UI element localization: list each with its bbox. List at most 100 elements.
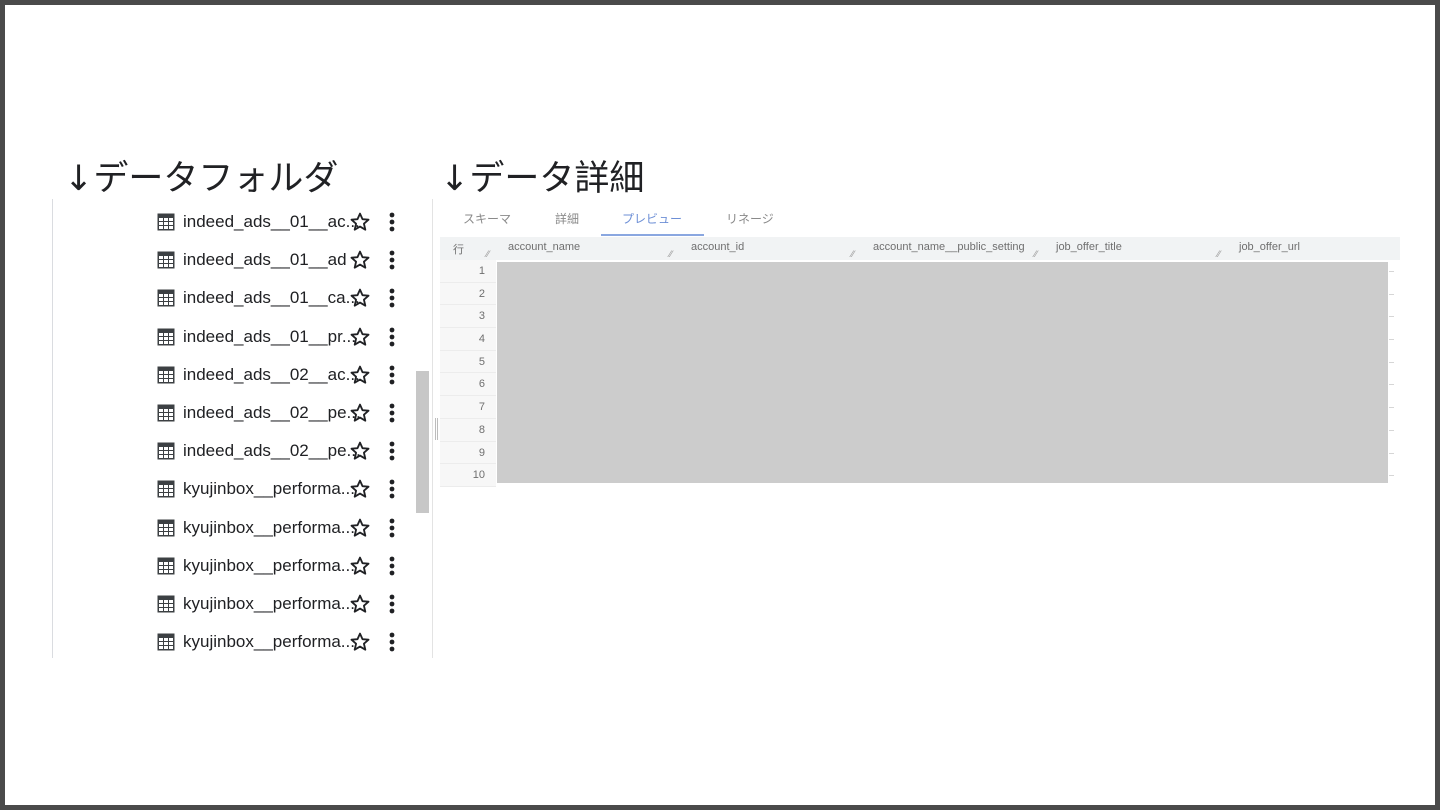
- column-header-account-name-public-setting[interactable]: account_name__public_setting: [873, 241, 1025, 253]
- folder-list-item[interactable]: kyujinbox__performa...: [53, 623, 413, 658]
- folder-item-label: indeed_ads__02__pe...: [183, 441, 361, 461]
- row-number: 9: [440, 442, 496, 465]
- tab-schema[interactable]: スキーマ: [463, 210, 511, 227]
- star-icon[interactable]: [349, 211, 371, 233]
- panel-resize-handle[interactable]: [435, 418, 438, 440]
- folder-list-item[interactable]: indeed_ads__01__ad: [53, 241, 413, 279]
- tab-preview[interactable]: プレビュー: [622, 210, 682, 227]
- preview-grid-header: 行 ⁄⁄ account_name ⁄⁄ account_id ⁄⁄ accou…: [440, 237, 1400, 260]
- column-resize-icon[interactable]: ⁄⁄: [1217, 250, 1220, 260]
- table-icon: [157, 366, 175, 384]
- folder-item-label: kyujinbox__performa...: [183, 517, 355, 537]
- tab-lineage[interactable]: リネージ: [726, 210, 774, 227]
- table-icon: [157, 442, 175, 460]
- row-edge-mark: [1389, 328, 1395, 351]
- row-edge-mark: [1389, 260, 1395, 283]
- more-vert-icon[interactable]: [385, 516, 399, 540]
- folder-list-item[interactable]: indeed_ads__01__ac...: [53, 203, 413, 241]
- star-icon[interactable]: [349, 249, 371, 271]
- more-vert-icon[interactable]: [385, 439, 399, 463]
- more-vert-icon[interactable]: [385, 592, 399, 616]
- table-icon: [157, 328, 175, 346]
- row-edge-mark: [1389, 373, 1395, 396]
- detail-heading: ↓データ詳細: [440, 159, 645, 199]
- row-number-header: 行: [453, 244, 464, 256]
- folder-list-item[interactable]: indeed_ads__02__pe...: [53, 394, 413, 432]
- star-icon[interactable]: [349, 631, 371, 653]
- row-edge-mark: [1389, 283, 1395, 306]
- table-icon: [157, 251, 175, 269]
- column-resize-icon[interactable]: ⁄⁄: [669, 250, 672, 260]
- star-icon[interactable]: [349, 593, 371, 615]
- star-icon[interactable]: [349, 517, 371, 539]
- data-detail-panel: スキーマ 詳細 プレビュー リネージ 行 ⁄⁄ account_name ⁄⁄ …: [440, 200, 1400, 500]
- more-vert-icon[interactable]: [385, 477, 399, 501]
- dataset-table-list: indeed_ads__01__ac... indeed_ads__01__adi…: [53, 203, 413, 658]
- row-edge-marks: [1389, 260, 1395, 487]
- column-header-job-offer-title[interactable]: job_offer_title: [1056, 241, 1122, 253]
- folder-heading: ↓データフォルダ: [64, 159, 339, 199]
- row-edge-mark: [1389, 419, 1395, 442]
- star-icon[interactable]: [349, 478, 371, 500]
- folder-list-item[interactable]: indeed_ads__01__pr...: [53, 318, 413, 356]
- more-vert-icon[interactable]: [385, 363, 399, 387]
- row-number-column: 1 2 3 4 5 6 7 8 9 10: [440, 260, 496, 487]
- row-number: 10: [440, 464, 496, 487]
- more-vert-icon[interactable]: [385, 554, 399, 578]
- folder-list-item[interactable]: indeed_ads__02__ac...: [53, 356, 413, 394]
- column-resize-icon[interactable]: ⁄⁄: [1034, 250, 1037, 260]
- table-icon: [157, 404, 175, 422]
- data-folder-panel: indeed_ads__01__ac... indeed_ads__01__adi…: [52, 199, 433, 658]
- tab-details[interactable]: 詳細: [555, 210, 579, 227]
- folder-list-item[interactable]: kyujinbox__performa...: [53, 585, 413, 623]
- row-number: 2: [440, 283, 496, 306]
- row-edge-mark: [1389, 396, 1395, 419]
- row-edge-mark: [1389, 351, 1395, 374]
- table-icon: [157, 480, 175, 498]
- star-icon[interactable]: [349, 364, 371, 386]
- column-resize-icon[interactable]: ⁄⁄: [486, 250, 489, 260]
- star-icon[interactable]: [349, 287, 371, 309]
- row-edge-mark: [1389, 464, 1395, 487]
- folder-list-item[interactable]: kyujinbox__performa...: [53, 470, 413, 508]
- table-icon: [157, 289, 175, 307]
- folder-item-label: indeed_ads__01__ac...: [183, 212, 360, 232]
- folder-scrollbar-thumb[interactable]: [416, 371, 429, 513]
- more-vert-icon[interactable]: [385, 286, 399, 310]
- row-number: 1: [440, 260, 496, 283]
- star-icon[interactable]: [349, 326, 371, 348]
- row-number: 5: [440, 351, 496, 374]
- folder-item-label: kyujinbox__performa...: [183, 593, 355, 613]
- folder-item-label: kyujinbox__performa...: [183, 555, 355, 575]
- star-icon[interactable]: [349, 402, 371, 424]
- row-number: 7: [440, 396, 496, 419]
- column-header-account-id[interactable]: account_id: [691, 241, 744, 253]
- detail-tabs: スキーマ 詳細 プレビュー リネージ: [440, 200, 1400, 238]
- table-icon: [157, 519, 175, 537]
- folder-list-item[interactable]: kyujinbox__performa...: [53, 547, 413, 585]
- table-icon: [157, 633, 175, 651]
- folder-item-label: indeed_ads__02__ac...: [183, 364, 360, 384]
- more-vert-icon[interactable]: [385, 248, 399, 272]
- more-vert-icon[interactable]: [385, 210, 399, 234]
- table-icon: [157, 213, 175, 231]
- more-vert-icon[interactable]: [385, 401, 399, 425]
- folder-item-label: indeed_ads__01__ad: [183, 250, 347, 270]
- more-vert-icon[interactable]: [385, 325, 399, 349]
- more-vert-icon[interactable]: [385, 630, 399, 654]
- panel-divider: [432, 199, 433, 658]
- active-tab-indicator: [601, 234, 704, 236]
- row-number: 3: [440, 305, 496, 329]
- folder-item-label: indeed_ads__01__pr...: [183, 326, 356, 346]
- folder-list-item[interactable]: indeed_ads__01__ca...: [53, 279, 413, 317]
- column-header-account-name[interactable]: account_name: [508, 241, 580, 253]
- row-number: 8: [440, 419, 496, 442]
- folder-item-label: kyujinbox__performa...: [183, 479, 355, 499]
- folder-list-item[interactable]: kyujinbox__performa...: [53, 509, 413, 547]
- folder-list-item[interactable]: indeed_ads__02__pe...: [53, 432, 413, 470]
- star-icon[interactable]: [349, 555, 371, 577]
- column-header-job-offer-url[interactable]: job_offer_url: [1239, 241, 1300, 253]
- column-resize-icon[interactable]: ⁄⁄: [851, 250, 854, 260]
- star-icon[interactable]: [349, 440, 371, 462]
- table-icon: [157, 595, 175, 613]
